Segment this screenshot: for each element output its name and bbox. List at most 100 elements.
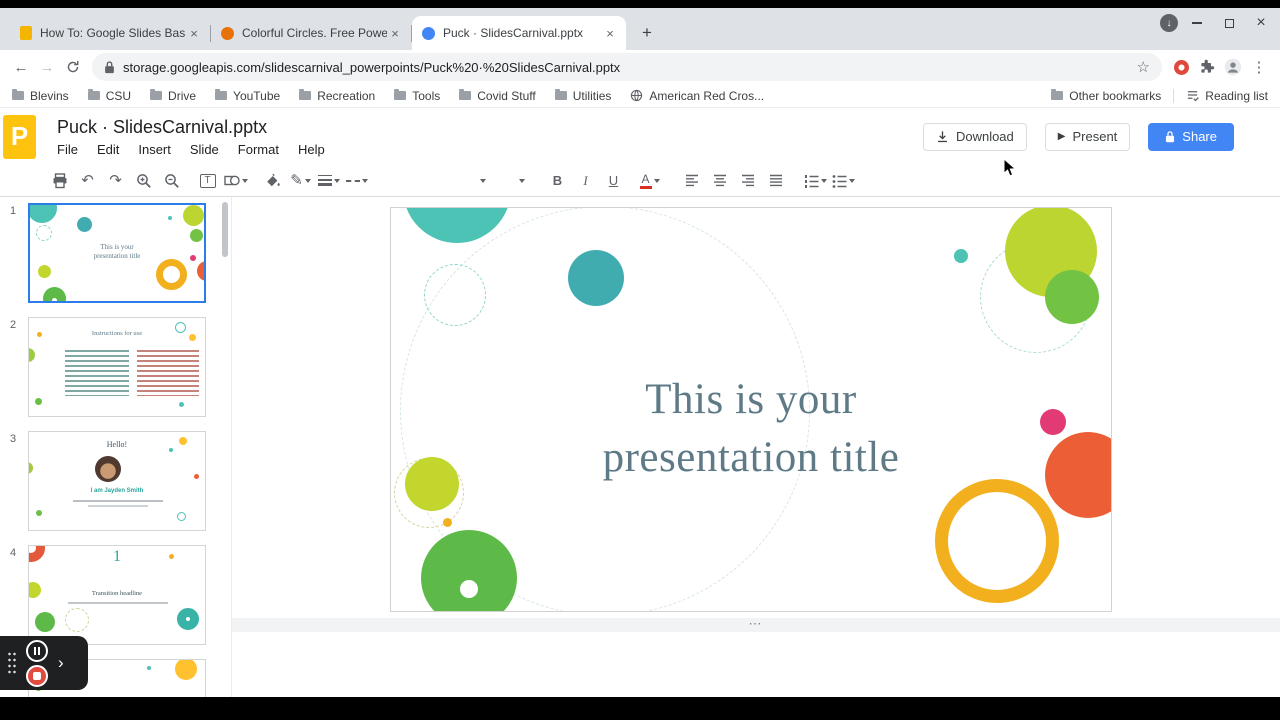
border-weight-button[interactable] xyxy=(317,169,340,193)
share-button[interactable]: Share xyxy=(1148,122,1234,151)
close-tab-icon[interactable]: × xyxy=(186,25,202,41)
border-color-button[interactable]: ✎ xyxy=(289,169,312,193)
present-button[interactable]: ▶ Present xyxy=(1044,122,1131,151)
other-bookmarks-button[interactable]: Other bookmarks xyxy=(1051,89,1161,103)
bookmark-folder[interactable]: YouTube xyxy=(215,89,280,103)
close-window-button[interactable]: × xyxy=(1248,12,1274,34)
deco-circle xyxy=(183,205,204,226)
bookmark-folder[interactable]: Recreation xyxy=(299,89,375,103)
text-box-button[interactable]: T xyxy=(196,169,219,193)
minimize-window-button[interactable] xyxy=(1184,12,1210,34)
slide-thumbnail-3[interactable]: Hello! I am Jayden Smith xyxy=(28,431,206,531)
zoom-out-button[interactable] xyxy=(160,169,183,193)
font-size-dropdown[interactable] xyxy=(491,171,525,191)
filmstrip-scrollbar[interactable] xyxy=(222,202,228,257)
deco-circle xyxy=(29,348,35,362)
deco-circle xyxy=(38,265,51,278)
maximize-window-button[interactable] xyxy=(1216,12,1242,34)
browser-update-icon[interactable]: ↓ xyxy=(1160,14,1178,32)
horizontal-scrollbar[interactable]: ⋯ xyxy=(232,616,1280,632)
deco-circle xyxy=(177,608,199,630)
menu-file[interactable]: File xyxy=(57,142,78,157)
tab-puck-active[interactable]: Puck · SlidesCarnival.pptx × xyxy=(412,16,626,50)
bookmark-folder[interactable]: Drive xyxy=(150,89,196,103)
bookmark-folder[interactable]: Utilities xyxy=(554,88,612,103)
bulleted-list-button[interactable] xyxy=(832,169,855,193)
align-justify-button[interactable] xyxy=(764,169,787,193)
menu-slide[interactable]: Slide xyxy=(190,142,219,157)
underline-button[interactable]: U xyxy=(602,169,625,193)
stop-recording-button[interactable] xyxy=(26,664,48,687)
stop-icon xyxy=(33,671,41,680)
forward-button[interactable]: → xyxy=(34,54,60,80)
bookmark-folder[interactable]: Blevins xyxy=(12,89,69,103)
align-justify-icon xyxy=(769,174,782,187)
text-color-button[interactable]: A xyxy=(638,169,661,193)
deco-circle xyxy=(169,448,173,452)
bold-button[interactable]: B xyxy=(546,169,569,193)
drag-handle-icon[interactable] xyxy=(7,651,17,675)
reading-list-button[interactable]: Reading list xyxy=(1186,89,1268,103)
redo-button[interactable]: ↷ xyxy=(104,169,127,193)
bookmark-folder[interactable]: Tools xyxy=(394,89,440,103)
menu-edit[interactable]: Edit xyxy=(97,142,119,157)
current-slide[interactable]: This is your presentation title xyxy=(390,207,1112,612)
dropdown-caret-icon xyxy=(480,178,486,183)
deco-circle xyxy=(568,250,624,306)
dropdown-caret-icon xyxy=(821,178,827,183)
slide-thumbnail-1[interactable]: This is your presentation title xyxy=(28,203,206,303)
menu-format[interactable]: Format xyxy=(238,142,279,157)
print-button[interactable] xyxy=(48,169,71,193)
insert-shape-button[interactable] xyxy=(224,169,248,193)
numbered-list-button[interactable] xyxy=(804,169,827,193)
url-field[interactable]: storage.googleapis.com/slidescarnival_po… xyxy=(92,53,1162,81)
profile-avatar[interactable] xyxy=(1220,54,1246,80)
bookmark-label: Drive xyxy=(168,88,197,103)
slide-thumbnail-4[interactable]: 1 Transition headline xyxy=(28,545,206,645)
minimize-icon xyxy=(1192,22,1202,24)
expand-chevron-icon[interactable]: › xyxy=(58,653,64,673)
zoom-in-button[interactable] xyxy=(132,169,155,193)
bookmark-star-icon[interactable]: ☆ xyxy=(1137,58,1150,76)
align-right-button[interactable] xyxy=(736,169,759,193)
download-button[interactable]: Download xyxy=(922,122,1027,151)
italic-button[interactable]: I xyxy=(574,169,597,193)
close-tab-icon[interactable]: × xyxy=(387,25,403,41)
align-left-button[interactable] xyxy=(680,169,703,193)
tab-favicon xyxy=(422,26,435,40)
toolbar: ↶ ↷ T ✎ B I U A xyxy=(0,165,1280,197)
speaker-notes-area[interactable] xyxy=(232,632,1280,697)
border-dash-button[interactable] xyxy=(345,169,368,193)
deco-circle xyxy=(147,666,151,670)
font-family-dropdown[interactable] xyxy=(391,171,486,191)
document-title[interactable]: Puck · SlidesCarnival.pptx xyxy=(57,117,325,138)
tab-google-slides-basics[interactable]: How To: Google Slides Basics - G × xyxy=(10,16,210,50)
menu-insert[interactable]: Insert xyxy=(138,142,171,157)
letterbox-bottom xyxy=(0,697,1280,720)
fill-color-button[interactable] xyxy=(261,169,284,193)
browser-menu-kebab-icon[interactable]: ⋮ xyxy=(1246,54,1272,80)
align-center-button[interactable] xyxy=(708,169,731,193)
tab-colorful-circles[interactable]: Colorful Circles. Free PowerPoint × xyxy=(211,16,411,50)
globe-icon xyxy=(631,89,643,102)
recorder-extension-icon[interactable] xyxy=(1168,54,1194,80)
back-button[interactable]: ← xyxy=(8,54,34,80)
tab-title: Colorful Circles. Free PowerPoint xyxy=(242,26,387,40)
bookmark-label: Utilities xyxy=(572,88,612,103)
new-tab-button[interactable]: + xyxy=(634,20,660,46)
bookmark-folder[interactable]: Covid Stuff xyxy=(459,89,536,103)
bookmark-folder[interactable]: CSU xyxy=(87,89,131,103)
notes-resize-handle[interactable]: ⋯ xyxy=(749,616,764,632)
undo-button[interactable]: ↶ xyxy=(76,169,99,193)
bookmark-link[interactable]: American Red Cros... xyxy=(630,89,764,103)
align-right-icon xyxy=(741,174,754,187)
menu-help[interactable]: Help xyxy=(298,142,325,157)
pause-recording-button[interactable] xyxy=(26,639,48,662)
folder-icon xyxy=(87,89,100,100)
extensions-puzzle-icon[interactable] xyxy=(1194,54,1220,80)
slide-number: 1 xyxy=(10,205,17,217)
reload-button[interactable] xyxy=(60,54,86,80)
slide-thumbnail-2[interactable]: Instructions for use xyxy=(28,317,206,417)
filmstrip-row: 1 This is your presentation title xyxy=(0,203,231,303)
close-tab-icon[interactable]: × xyxy=(602,25,618,41)
